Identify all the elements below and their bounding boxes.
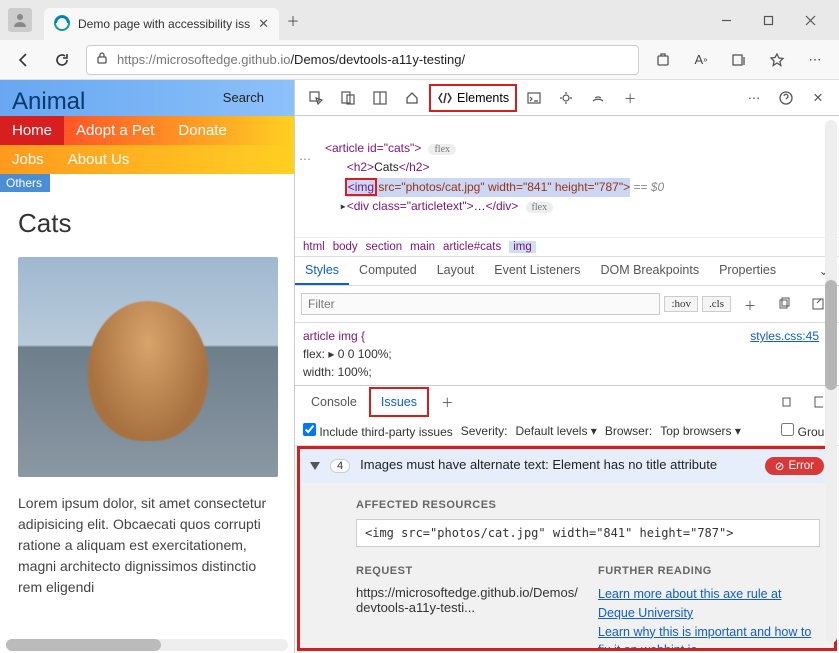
dock-icon[interactable] <box>365 84 395 112</box>
kebab-icon[interactable]: ⋯ <box>739 84 769 112</box>
console-icon[interactable] <box>519 84 549 112</box>
new-tab-button[interactable]: ＋ <box>279 6 307 34</box>
hov-toggle[interactable]: :hov <box>664 296 698 312</box>
copy-icon[interactable] <box>769 290 799 318</box>
styles-toolbar: :hov .cls ＋ <box>295 286 839 323</box>
close-button[interactable] <box>789 5 831 35</box>
dom-breadcrumb[interactable]: html body section main article#cats img <box>295 237 839 256</box>
drawer-settings-icon[interactable] <box>771 388 801 416</box>
chevron-down-icon[interactable] <box>310 462 320 470</box>
tab-issues[interactable]: Issues <box>369 387 429 417</box>
page-viewport: Animal Search Home Adopt a Pet Donate Jo… <box>0 80 295 653</box>
page-paragraph: Lorem ipsum dolor, sit amet consectetur … <box>18 493 276 598</box>
profile-icon[interactable] <box>8 8 32 32</box>
tab-layout[interactable]: Layout <box>427 257 485 285</box>
inspect-icon[interactable] <box>301 84 331 112</box>
url-box[interactable]: https://microsoftedge.github.io/Demos/de… <box>86 45 639 75</box>
drawer-tabs: Console Issues ＋ <box>295 385 839 417</box>
browser-select[interactable]: Top browsers ▾ <box>660 424 741 438</box>
tab-elements[interactable]: Elements <box>429 84 517 112</box>
close-devtools-icon[interactable]: ✕ <box>803 84 833 112</box>
back-button[interactable] <box>10 46 38 74</box>
issue-count: 4 <box>330 459 350 473</box>
tab-event-listeners[interactable]: Event Listeners <box>484 257 590 285</box>
reading-icon[interactable]: A» <box>687 46 715 74</box>
horizontal-scrollbar[interactable] <box>6 639 288 651</box>
tab-console[interactable]: Console <box>301 389 367 415</box>
plus-icon[interactable]: ＋ <box>615 84 645 112</box>
nav-donate[interactable]: Donate <box>166 116 238 145</box>
minimize-button[interactable] <box>705 5 747 35</box>
filter-input[interactable] <box>301 293 660 315</box>
address-bar: https://microsoftedge.github.io/Demos/de… <box>0 40 839 80</box>
selected-img-tag[interactable]: <img <box>347 180 375 194</box>
search-label: Search <box>223 90 264 105</box>
help-icon[interactable] <box>771 84 801 112</box>
cls-toggle[interactable]: .cls <box>702 296 731 312</box>
group-toggle[interactable]: Group <box>781 423 831 439</box>
extensions-icon[interactable] <box>649 46 677 74</box>
issue-row[interactable]: 4 Images must have alternate text: Eleme… <box>300 449 834 483</box>
styles-body: article img {styles.css:45 flex: ▸ 0 0 1… <box>295 323 839 385</box>
primary-nav: Home Adopt a Pet Donate <box>0 116 294 145</box>
cat-image <box>18 257 278 477</box>
source-link[interactable]: styles.css:45 <box>750 327 819 345</box>
issues-panel: 4 Images must have alternate text: Eleme… <box>297 446 837 651</box>
maximize-button[interactable] <box>747 5 789 35</box>
styles-tabs: Styles Computed Layout Event Listeners D… <box>295 256 839 286</box>
devtools-scrollbar[interactable] <box>825 120 837 643</box>
refresh-button[interactable] <box>48 46 76 74</box>
affected-code: <img src="photos/cat.jpg" width="841" he… <box>356 519 820 547</box>
network-icon[interactable] <box>583 84 613 112</box>
others-pill[interactable]: Others <box>0 174 50 192</box>
edge-icon <box>54 15 70 34</box>
tab-properties[interactable]: Properties <box>709 257 786 285</box>
tab-computed[interactable]: Computed <box>349 257 427 285</box>
window-titlebar: Demo page with accessibility iss ✕ ＋ <box>0 0 839 40</box>
collections-icon[interactable] <box>725 46 753 74</box>
page-heading: Cats <box>18 208 276 239</box>
devtools-toolbar: Elements ＋ ⋯ ✕ <box>295 80 839 116</box>
lock-icon <box>95 51 109 68</box>
add-drawer-tab[interactable]: ＋ <box>431 386 464 417</box>
dom-tree[interactable]: ▼<article id="cats"> flex <h2>Cats</h2> … <box>295 116 839 237</box>
tab-dom-breakpoints[interactable]: DOM Breakpoints <box>590 257 709 285</box>
new-style-icon[interactable]: ＋ <box>735 290 765 318</box>
tab-title: Demo page with accessibility iss <box>78 17 250 31</box>
error-badge: ⊘ Error <box>765 457 824 475</box>
welcome-icon[interactable] <box>397 84 427 112</box>
further-link-1[interactable]: Learn more about this axe rule at Deque … <box>598 585 820 623</box>
further-link-2[interactable]: Learn why this is important and how to f… <box>598 623 820 651</box>
favorite-icon[interactable] <box>763 46 791 74</box>
secondary-nav: Jobs About Us <box>0 145 294 174</box>
affected-heading: AFFECTED RESOURCES <box>356 499 820 511</box>
tab-styles[interactable]: Styles <box>295 257 349 285</box>
further-heading: FURTHER READING <box>598 565 820 577</box>
severity-select[interactable]: Default levels ▾ <box>515 424 596 438</box>
issues-filter-bar: Include third-party issues Severity: Def… <box>295 417 839 446</box>
nav-adopt[interactable]: Adopt a Pet <box>64 116 166 145</box>
nav-about[interactable]: About Us <box>56 145 142 174</box>
more-icon[interactable]: ⋯ <box>801 46 829 74</box>
request-heading: REQUEST <box>356 565 578 577</box>
url-text: https://microsoftedge.github.io/Demos/de… <box>117 52 465 67</box>
request-url: https://microsoftedge.github.io/Demos/de… <box>356 585 578 615</box>
nav-jobs[interactable]: Jobs <box>0 145 56 174</box>
issue-title: Images must have alternate text: Element… <box>360 457 755 472</box>
close-icon[interactable]: ✕ <box>258 16 269 32</box>
device-icon[interactable] <box>333 84 363 112</box>
browser-tab[interactable]: Demo page with accessibility iss ✕ <box>44 8 279 40</box>
nav-home[interactable]: Home <box>0 116 64 145</box>
sources-icon[interactable] <box>551 84 581 112</box>
include-third-party[interactable]: Include third-party issues <box>303 423 453 439</box>
devtools-panel: Elements ＋ ⋯ ✕ ▼<article id="cats"> flex… <box>295 80 839 653</box>
